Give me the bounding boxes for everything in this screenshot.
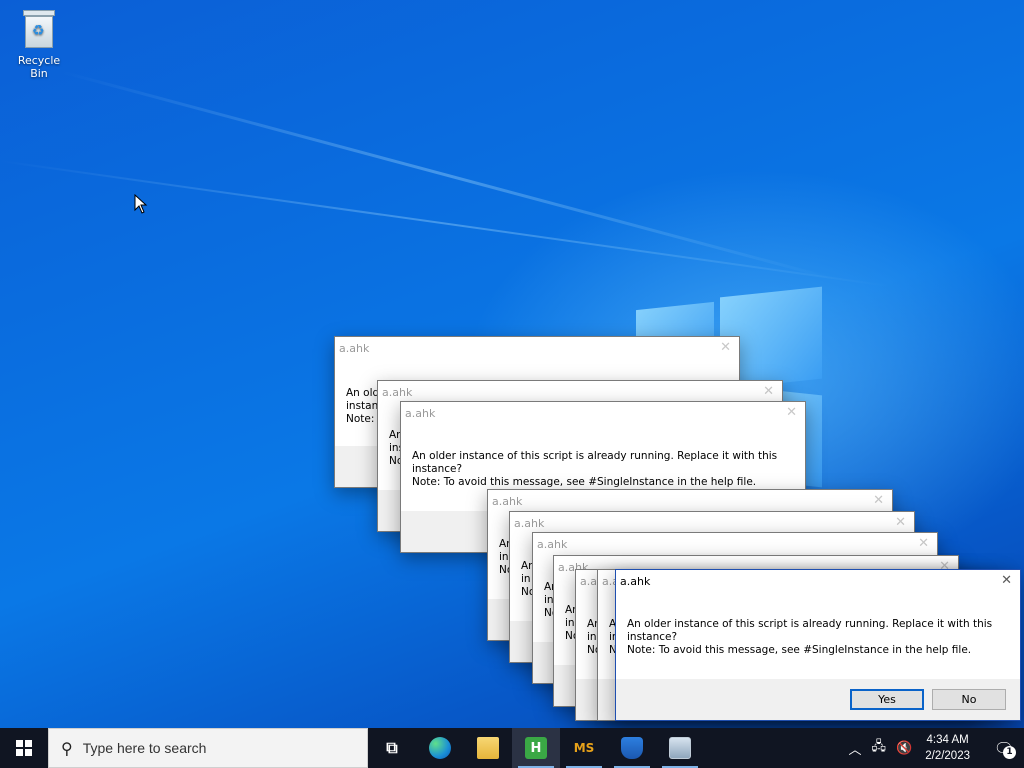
- close-icon[interactable]: ✕: [873, 493, 884, 508]
- edge-icon: [429, 737, 451, 759]
- close-icon[interactable]: ✕: [1001, 573, 1012, 588]
- system-tray: ︿ 🖧 🔇 4:34 AM 2/2/2023 🗨 1: [844, 728, 1024, 768]
- dialog-message: An older instance of this script is alre…: [627, 618, 993, 656]
- dialog-title: a.ahk: [492, 495, 523, 508]
- dialog-title: a.ahk: [514, 517, 545, 530]
- file-explorer-icon: [477, 737, 499, 759]
- autohotkey-button[interactable]: H: [512, 728, 560, 768]
- recycle-bin-label: Recycle Bin: [17, 54, 61, 80]
- dialog-title: a.ahk: [620, 575, 651, 588]
- ms-app-button[interactable]: MS: [560, 728, 608, 768]
- light-beam: [0, 160, 892, 288]
- close-icon[interactable]: ✕: [918, 536, 929, 551]
- edge-button[interactable]: [416, 728, 464, 768]
- notification-center-button[interactable]: 🗨 1: [984, 728, 1024, 768]
- dialog-title: a.ahk: [339, 342, 370, 355]
- security-button[interactable]: [608, 728, 656, 768]
- clock-time: 4:34 AM: [926, 734, 969, 746]
- file-explorer-button[interactable]: [464, 728, 512, 768]
- light-beam: [59, 70, 834, 281]
- autohotkey-icon: H: [525, 737, 547, 759]
- dialog-title: a.ahk: [405, 407, 436, 420]
- search-placeholder: Type here to search: [82, 740, 207, 756]
- search-icon: ⚲: [61, 738, 73, 758]
- close-icon[interactable]: ✕: [786, 405, 797, 420]
- search-box[interactable]: ⚲ Type here to search: [48, 728, 368, 768]
- dialog-title: a.ahk: [382, 386, 413, 399]
- network-icon[interactable]: 🖧: [872, 737, 887, 759]
- task-view-button[interactable]: ⧉: [368, 728, 416, 768]
- taskbar: ⚲ Type here to search ⧉ H MS ︿ 🖧 🔇 4:34 …: [0, 728, 1024, 768]
- close-icon[interactable]: ✕: [720, 340, 731, 355]
- chevron-up-icon[interactable]: ︿: [849, 739, 862, 758]
- close-icon[interactable]: ✕: [763, 384, 774, 399]
- clock[interactable]: 4:34 AM 2/2/2023: [925, 732, 970, 764]
- start-button[interactable]: [0, 728, 48, 768]
- recycle-bin-icon: ♻: [21, 8, 57, 50]
- clock-date: 2/2/2023: [925, 750, 970, 762]
- notification-count: 1: [1003, 746, 1016, 759]
- dialog-title: a.ahk: [537, 538, 568, 551]
- volume-muted-icon[interactable]: 🔇: [896, 741, 912, 756]
- dialog-footer: Yes No: [616, 679, 1020, 720]
- task-view-icon: ⧉: [386, 738, 398, 757]
- close-icon[interactable]: ✕: [895, 515, 906, 530]
- no-button[interactable]: No: [932, 689, 1006, 710]
- system-window-button[interactable]: [656, 728, 704, 768]
- desktop: ♻ Recycle Bin a.ahk ✕ An older instan Note…: [0, 0, 1024, 728]
- windows-icon: [16, 740, 32, 756]
- dialog-message: An older instance of this script is alre…: [412, 450, 778, 488]
- ahk-dialog-active[interactable]: a.ahk ✕ An older instance of this script…: [615, 569, 1021, 721]
- security-shield-icon: [621, 737, 643, 759]
- recycle-bin[interactable]: ♻ Recycle Bin: [8, 8, 70, 80]
- ms-app-icon: MS: [573, 741, 595, 755]
- yes-button[interactable]: Yes: [850, 689, 924, 710]
- system-window-icon: [669, 737, 691, 759]
